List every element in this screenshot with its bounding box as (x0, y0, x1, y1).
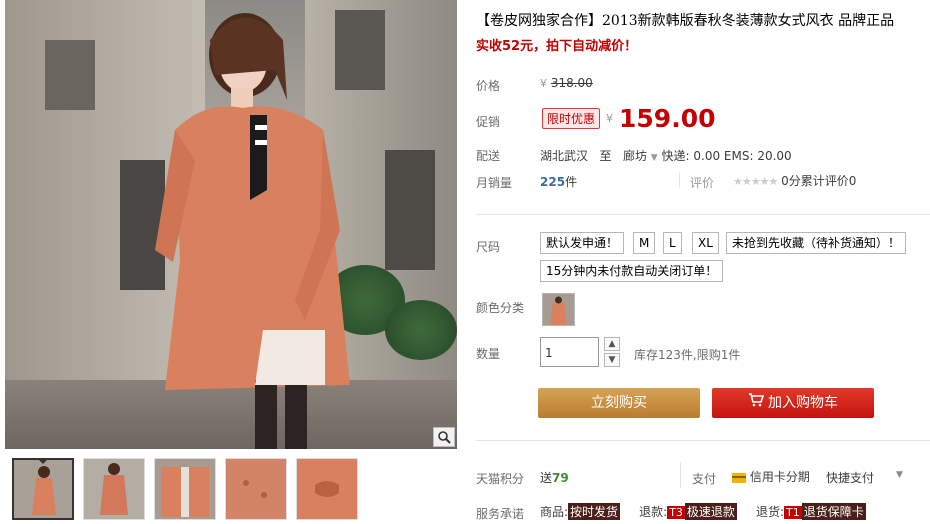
sales-label: 月销量 (476, 176, 513, 190)
product-title: 【卷皮网独家合作】2013新款韩版春秋冬装薄款女式风衣 品牌正品 (476, 13, 895, 29)
size-option-xl[interactable]: XL (692, 232, 719, 254)
promo-label: 促销 (476, 115, 501, 129)
stars-icon: ★★★★★ (733, 175, 778, 188)
quantity-decrease-button[interactable]: ▼ (604, 353, 620, 367)
size-option-notice[interactable]: 15分钟内未付款自动关闭订单！ (540, 260, 724, 282)
color-swatch[interactable] (542, 293, 575, 326)
product-page: 【卷皮网独家合作】2013新款韩版春秋冬装薄款女式风衣 品牌正品 实收52元，拍… (0, 0, 930, 524)
sales-count: 225件 (540, 173, 577, 190)
return-guarantee-badge: 退货保障卡 (801, 503, 866, 520)
on-time-delivery-badge: 按时发货 (568, 503, 621, 520)
model-figure (155, 13, 350, 449)
buy-now-button[interactable]: 立刻购买 (538, 388, 700, 418)
promo-currency: ¥ (606, 112, 614, 125)
promo-price: 159.00 (619, 104, 716, 133)
pay-label: 支付 (692, 472, 717, 486)
shipping-label: 配送 (476, 149, 501, 163)
quantity-increase-button[interactable]: ▲ (604, 337, 620, 351)
quick-pay[interactable]: 快捷支付 (826, 469, 874, 486)
sales-unit: 件 (565, 175, 578, 189)
shipping-destination[interactable]: 廊坊 (623, 149, 647, 163)
cart-icon (748, 388, 765, 418)
shipping-to-word: 至 (599, 149, 612, 163)
original-price: ¥ 318.00 (540, 76, 593, 90)
stock-text: 库存123件,限购1件 (634, 348, 741, 362)
service-refund-label: 退款: (639, 505, 668, 519)
review-text: 0分累计评价0 (781, 174, 857, 188)
color-label: 颜色分类 (476, 301, 525, 315)
sales-count-value: 225 (540, 175, 566, 189)
t3-badge: T3 (667, 506, 685, 519)
size-label: 尺码 (476, 240, 501, 254)
quantity-input[interactable]: 1 (540, 337, 599, 367)
currency-symbol: ¥ (540, 77, 547, 90)
size-option-default[interactable]: 默认发申通！ (540, 232, 625, 254)
size-option-m[interactable]: M (633, 232, 656, 254)
thumbnail-3[interactable] (154, 458, 216, 520)
thumbnail-4[interactable] (225, 458, 287, 520)
service-goods-label: 商品: (540, 505, 569, 519)
product-subtitle: 实收52元，拍下自动减价！ (476, 39, 638, 54)
chevron-down-icon[interactable]: ▼ (896, 470, 903, 480)
credit-installment[interactable]: 信用卡分期 (732, 468, 810, 485)
quick-pay-label: 快捷支付 (826, 471, 875, 485)
size-option-restock[interactable]: 未抢到先收藏（待补货通知）！ (726, 232, 907, 254)
shipping-row: 湖北武汉 至 廊坊 ▼ 快递: 0.00 EMS: 20.00 (540, 147, 792, 164)
shipping-fees: 快递: 0.00 EMS: 20.00 (661, 149, 792, 163)
chevron-down-icon[interactable]: ▼ (651, 153, 658, 163)
points-label: 天猫积分 (476, 472, 525, 486)
t1-badge: T1 (784, 506, 802, 519)
main-product-image[interactable] (5, 0, 457, 449)
zoom-icon[interactable] (433, 427, 455, 447)
review-area[interactable]: ★★★★★ 0分累计评价0 (733, 172, 856, 189)
promo-price-row: 限时优惠 ¥ 159.00 (542, 104, 716, 133)
shipping-from: 湖北武汉 (540, 149, 589, 163)
review-label: 评价 (690, 176, 715, 190)
service-label: 服务承诺 (476, 507, 525, 521)
thumbnail-2[interactable] (83, 458, 145, 520)
promo-badge: 限时优惠 (542, 108, 601, 129)
points-prefix: 送 (540, 471, 553, 485)
original-price-value: 318.00 (550, 76, 593, 90)
add-to-cart-label: 加入购物车 (768, 395, 838, 411)
points-value-row: 送79 (540, 469, 569, 486)
points-value: 79 (552, 471, 569, 485)
service-return-label: 退货: (756, 505, 785, 519)
fast-refund-badge: 极速退款 (684, 503, 737, 520)
quantity-label: 数量 (476, 347, 501, 361)
credit-installment-label: 信用卡分期 (749, 470, 810, 484)
add-to-cart-button[interactable]: 加入购物车 (712, 388, 874, 418)
service-promises: 商品: 按时发货 退款: T3 极速退款 退货: T1 退货保障卡 (540, 503, 866, 520)
thumbnail-strip (12, 458, 358, 520)
product-gallery (0, 0, 460, 524)
size-option-l[interactable]: L (663, 232, 682, 254)
thumbnail-5[interactable] (296, 458, 358, 520)
price-label: 价格 (476, 79, 501, 93)
thumbnail-1[interactable] (12, 458, 74, 520)
credit-card-icon (732, 472, 746, 483)
